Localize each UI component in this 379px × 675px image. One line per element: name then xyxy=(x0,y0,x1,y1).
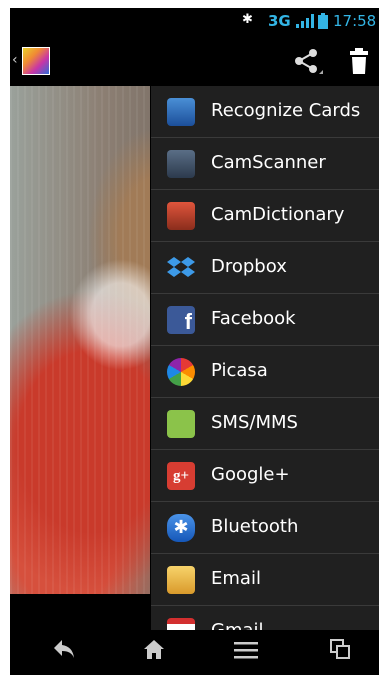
menu-item-facebook[interactable]: f Facebook xyxy=(151,294,379,346)
status-bar: ✱ 3G 17:58 xyxy=(10,8,379,34)
picasa-icon xyxy=(167,358,195,386)
menu-item-label: Recognize Cards xyxy=(211,100,361,121)
share-icon[interactable] xyxy=(293,48,323,78)
menu-item-label: CamScanner xyxy=(211,152,326,173)
menu-item-bluetooth[interactable]: ✱ Bluetooth xyxy=(151,502,379,554)
menu-item-label: CamDictionary xyxy=(211,204,345,225)
gmail-icon xyxy=(167,618,195,630)
dropbox-icon xyxy=(167,254,195,282)
menu-item-label: Bluetooth xyxy=(211,516,299,537)
trash-icon[interactable] xyxy=(349,48,369,78)
menu-item-dropbox[interactable]: Dropbox xyxy=(151,242,379,294)
facebook-icon: f xyxy=(167,306,195,334)
up-caret-icon[interactable]: ‹ xyxy=(12,52,18,68)
camscanner-icon xyxy=(167,150,195,178)
clock: 17:58 xyxy=(333,12,377,30)
menu-item-email[interactable]: Email xyxy=(151,554,379,606)
camdictionary-icon xyxy=(167,202,195,230)
network-type: 3G xyxy=(268,12,291,30)
menu-item-camdictionary[interactable]: CamDictionary xyxy=(151,190,379,242)
menu-item-picasa[interactable]: Picasa xyxy=(151,346,379,398)
menu-item-label: Picasa xyxy=(211,360,268,381)
screen: ✱ 3G 17:58 ‹ Recognize Cards CamScanner … xyxy=(10,8,379,675)
menu-item-label: Dropbox xyxy=(211,256,287,277)
menu-item-recognize-cards[interactable]: Recognize Cards xyxy=(151,86,379,138)
sms-icon xyxy=(167,410,195,438)
google-plus-icon: g+ xyxy=(167,462,195,490)
menu-item-google-plus[interactable]: g+ Google+ xyxy=(151,450,379,502)
menu-item-label: Gmail xyxy=(211,620,264,630)
home-icon[interactable] xyxy=(134,638,174,666)
bluetooth-status-icon: ✱ xyxy=(242,12,253,27)
menu-icon[interactable] xyxy=(226,638,266,666)
menu-item-sms[interactable]: SMS/MMS xyxy=(151,398,379,450)
navigation-bar xyxy=(10,630,379,675)
recents-icon[interactable] xyxy=(320,638,360,666)
action-bar: ‹ xyxy=(10,34,379,86)
menu-item-label: SMS/MMS xyxy=(211,412,298,433)
menu-item-camscanner[interactable]: CamScanner xyxy=(151,138,379,190)
share-menu: Recognize Cards CamScanner CamDictionary… xyxy=(150,86,379,630)
menu-item-gmail[interactable]: Gmail xyxy=(151,606,379,630)
back-icon[interactable] xyxy=(44,638,84,666)
menu-item-label: Google+ xyxy=(211,464,290,485)
email-icon xyxy=(167,566,195,594)
signal-icon xyxy=(296,14,314,32)
menu-item-label: Email xyxy=(211,568,261,589)
recognize-cards-icon xyxy=(167,98,195,126)
battery-icon xyxy=(318,13,328,33)
gallery-icon[interactable] xyxy=(22,47,50,75)
bluetooth-icon: ✱ xyxy=(167,514,195,542)
menu-item-label: Facebook xyxy=(211,308,296,329)
